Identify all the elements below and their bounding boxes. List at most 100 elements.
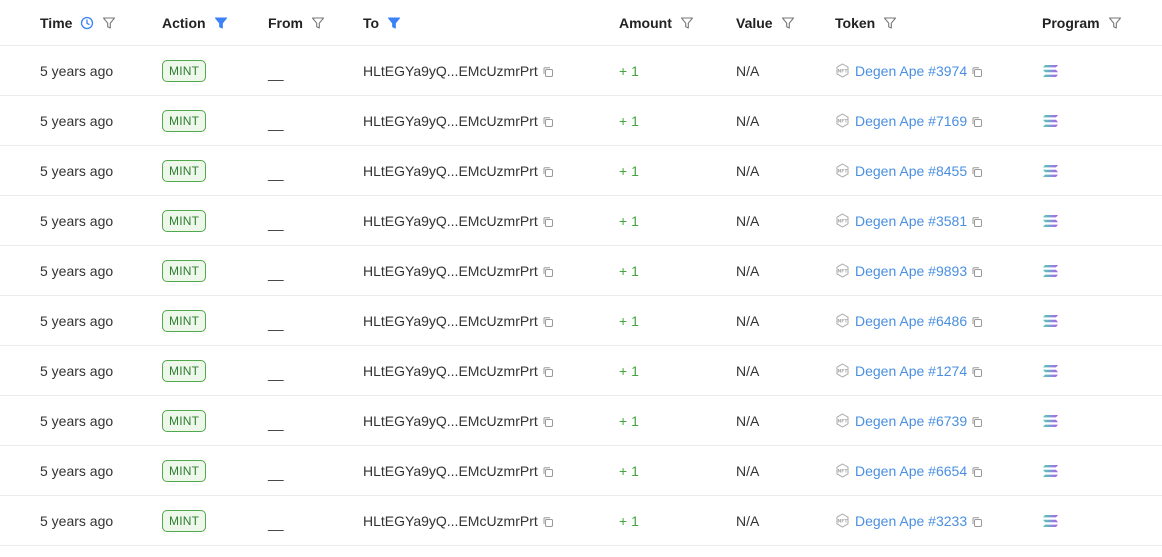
to-address-link[interactable]: HLtEGYa9yQ...EMcUzmrPrt xyxy=(363,413,538,429)
solana-program-icon[interactable] xyxy=(1042,364,1060,378)
solana-program-icon[interactable] xyxy=(1042,514,1060,528)
header-amount-label: Amount xyxy=(619,14,672,31)
to-address-link[interactable]: HLtEGYa9yQ...EMcUzmrPrt xyxy=(363,463,538,479)
action-cell: MINT xyxy=(162,496,207,545)
header-value-label: Value xyxy=(736,14,773,31)
header-token-label: Token xyxy=(835,14,876,31)
solana-program-icon[interactable] xyxy=(1042,64,1060,78)
copy-icon[interactable] xyxy=(542,366,554,378)
from-value: __ xyxy=(268,464,284,481)
header-from-label: From xyxy=(268,14,303,31)
to-address-link[interactable]: HLtEGYa9yQ...EMcUzmrPrt xyxy=(363,513,538,529)
token-link[interactable]: Degen Ape #6486 xyxy=(855,313,967,329)
from-value: __ xyxy=(268,214,284,231)
transfers-table: Time Action From To Amount Value Token P… xyxy=(0,0,1162,546)
amount-value: + 1 xyxy=(619,362,639,379)
header-amount: Amount xyxy=(619,0,694,45)
to-address-link[interactable]: HLtEGYa9yQ...EMcUzmrPrt xyxy=(363,113,538,129)
copy-icon[interactable] xyxy=(542,266,554,278)
amount-value: + 1 xyxy=(619,262,639,279)
copy-icon[interactable] xyxy=(971,516,983,528)
token-cell: NFT Degen Ape #6654 xyxy=(835,446,983,495)
value-value: N/A xyxy=(736,62,760,79)
copy-icon[interactable] xyxy=(542,166,554,178)
copy-icon[interactable] xyxy=(971,366,983,378)
solana-program-icon[interactable] xyxy=(1042,164,1060,178)
copy-icon[interactable] xyxy=(542,466,554,478)
solana-program-icon[interactable] xyxy=(1042,114,1060,128)
action-badge: MINT xyxy=(162,59,207,82)
amount-value: + 1 xyxy=(619,112,639,129)
token-cell: NFT Degen Ape #9893 xyxy=(835,246,983,295)
svg-text:NFT: NFT xyxy=(837,369,848,375)
value-cell: N/A xyxy=(736,246,759,295)
solana-program-icon[interactable] xyxy=(1042,314,1060,328)
table-row: 5 years ago MINT __ HLtEGYa9yQ...EMcUzmr… xyxy=(0,96,1162,146)
solana-program-icon[interactable] xyxy=(1042,414,1060,428)
token-link[interactable]: Degen Ape #3581 xyxy=(855,213,967,229)
svg-text:NFT: NFT xyxy=(837,269,848,275)
value-cell: N/A xyxy=(736,446,759,495)
filter-icon[interactable] xyxy=(102,16,116,30)
copy-icon[interactable] xyxy=(971,316,983,328)
copy-icon[interactable] xyxy=(971,466,983,478)
copy-icon[interactable] xyxy=(542,416,554,428)
filter-icon[interactable] xyxy=(1108,16,1122,30)
to-address-link[interactable]: HLtEGYa9yQ...EMcUzmrPrt xyxy=(363,63,538,79)
token-link[interactable]: Degen Ape #6739 xyxy=(855,413,967,429)
token-link[interactable]: Degen Ape #1274 xyxy=(855,363,967,379)
token-link[interactable]: Degen Ape #7169 xyxy=(855,113,967,129)
copy-icon[interactable] xyxy=(542,216,554,228)
from-value: __ xyxy=(268,364,284,381)
to-cell: HLtEGYa9yQ...EMcUzmrPrt xyxy=(363,296,554,345)
filter-icon[interactable] xyxy=(781,16,795,30)
from-cell: __ xyxy=(268,96,284,145)
amount-value: + 1 xyxy=(619,62,639,79)
from-value: __ xyxy=(268,414,284,431)
action-cell: MINT xyxy=(162,446,207,495)
token-link[interactable]: Degen Ape #3233 xyxy=(855,513,967,529)
copy-icon[interactable] xyxy=(971,66,983,78)
time-value: 5 years ago xyxy=(40,162,114,179)
copy-icon[interactable] xyxy=(971,216,983,228)
solana-program-icon[interactable] xyxy=(1042,464,1060,478)
time-cell: 5 years ago xyxy=(40,246,113,295)
copy-icon[interactable] xyxy=(971,116,983,128)
value-value: N/A xyxy=(736,312,760,329)
table-row: 5 years ago MINT __ HLtEGYa9yQ...EMcUzmr… xyxy=(0,246,1162,296)
table-row: 5 years ago MINT __ HLtEGYa9yQ...EMcUzmr… xyxy=(0,46,1162,96)
time-cell: 5 years ago xyxy=(40,496,113,545)
to-address-link[interactable]: HLtEGYa9yQ...EMcUzmrPrt xyxy=(363,163,538,179)
to-cell: HLtEGYa9yQ...EMcUzmrPrt xyxy=(363,96,554,145)
token-link[interactable]: Degen Ape #3974 xyxy=(855,63,967,79)
to-address-link[interactable]: HLtEGYa9yQ...EMcUzmrPrt xyxy=(363,363,538,379)
nft-icon: NFT xyxy=(835,363,850,378)
amount-value: + 1 xyxy=(619,462,639,479)
action-badge: MINT xyxy=(162,309,207,332)
header-action-label: Action xyxy=(162,14,206,31)
filter-icon[interactable] xyxy=(680,16,694,30)
filter-icon[interactable] xyxy=(883,16,897,30)
solana-program-icon[interactable] xyxy=(1042,214,1060,228)
solana-program-icon[interactable] xyxy=(1042,264,1060,278)
to-address-link[interactable]: HLtEGYa9yQ...EMcUzmrPrt xyxy=(363,313,538,329)
copy-icon[interactable] xyxy=(971,266,983,278)
amount-cell: + 1 xyxy=(619,146,639,195)
token-link[interactable]: Degen Ape #8455 xyxy=(855,163,967,179)
copy-icon[interactable] xyxy=(542,516,554,528)
token-link[interactable]: Degen Ape #6654 xyxy=(855,463,967,479)
copy-icon[interactable] xyxy=(971,416,983,428)
filter-active-icon[interactable] xyxy=(214,16,228,30)
copy-icon[interactable] xyxy=(542,66,554,78)
to-address-link[interactable]: HLtEGYa9yQ...EMcUzmrPrt xyxy=(363,263,538,279)
filter-active-icon[interactable] xyxy=(387,16,401,30)
copy-icon[interactable] xyxy=(971,166,983,178)
value-cell: N/A xyxy=(736,196,759,245)
clock-icon[interactable] xyxy=(80,16,94,30)
copy-icon[interactable] xyxy=(542,316,554,328)
value-value: N/A xyxy=(736,512,760,529)
to-address-link[interactable]: HLtEGYa9yQ...EMcUzmrPrt xyxy=(363,213,538,229)
copy-icon[interactable] xyxy=(542,116,554,128)
token-link[interactable]: Degen Ape #9893 xyxy=(855,263,967,279)
filter-icon[interactable] xyxy=(311,16,325,30)
